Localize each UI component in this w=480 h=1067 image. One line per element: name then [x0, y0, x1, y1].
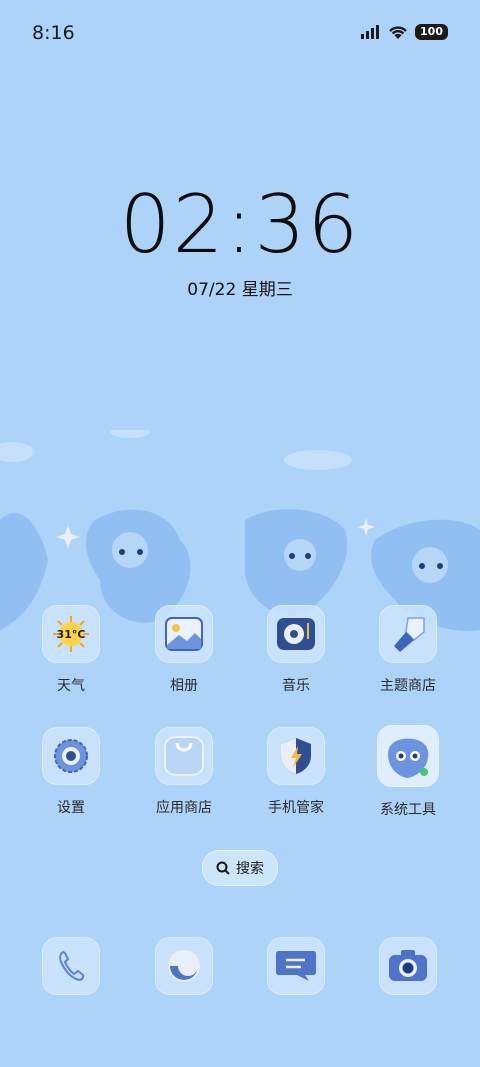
phone-icon — [42, 937, 100, 995]
music-icon — [267, 605, 325, 663]
search-label: 搜索 — [236, 861, 264, 877]
app-weather[interactable]: 31°C 天气 — [21, 605, 121, 695]
app-label: 天气 — [57, 678, 85, 694]
search-button[interactable]: 搜索 — [202, 850, 278, 886]
theme-store-icon — [379, 605, 437, 663]
dock-phone[interactable] — [21, 937, 121, 995]
messages-icon — [267, 937, 325, 995]
dock-messages[interactable] — [246, 937, 346, 995]
settings-icon — [42, 727, 100, 785]
app-label: 主题商店 — [380, 678, 436, 694]
search-icon — [216, 861, 230, 875]
app-label: 手机管家 — [268, 800, 324, 816]
app-gallery[interactable]: 相册 — [134, 605, 234, 695]
battery-indicator: 100 — [415, 24, 448, 40]
system-tools-icon — [377, 725, 439, 787]
app-settings[interactable]: 设置 — [21, 727, 121, 817]
app-store-icon — [155, 727, 213, 785]
wifi-icon — [389, 25, 407, 39]
browser-icon — [155, 937, 213, 995]
date-weekday: 07/22 星期三 — [187, 280, 293, 300]
weather-icon: 31°C — [42, 605, 100, 663]
large-clock: 02:36 — [119, 178, 361, 271]
app-label: 应用商店 — [156, 800, 212, 816]
app-app-store[interactable]: 应用商店 — [134, 727, 234, 817]
dock-camera[interactable] — [358, 937, 458, 995]
app-system-tools[interactable]: 系统工具 — [358, 725, 458, 819]
status-bar: 8:16 100 — [0, 0, 480, 66]
app-music[interactable]: 音乐 — [246, 605, 346, 695]
app-label: 相册 — [170, 678, 198, 694]
dock-browser[interactable] — [134, 937, 234, 995]
app-phone-manager[interactable]: 手机管家 — [246, 727, 346, 817]
app-label: 音乐 — [282, 678, 310, 694]
app-label: 系统工具 — [380, 802, 436, 818]
signal-icon — [361, 25, 380, 39]
status-icons: 100 — [361, 24, 448, 40]
status-time: 8:16 — [32, 22, 75, 44]
phone-manager-icon — [267, 727, 325, 785]
weather-temp: 31°C — [56, 627, 86, 641]
app-theme-store[interactable]: 主题商店 — [358, 605, 458, 695]
app-label: 设置 — [57, 800, 85, 816]
gallery-icon — [155, 605, 213, 663]
camera-icon — [379, 937, 437, 995]
